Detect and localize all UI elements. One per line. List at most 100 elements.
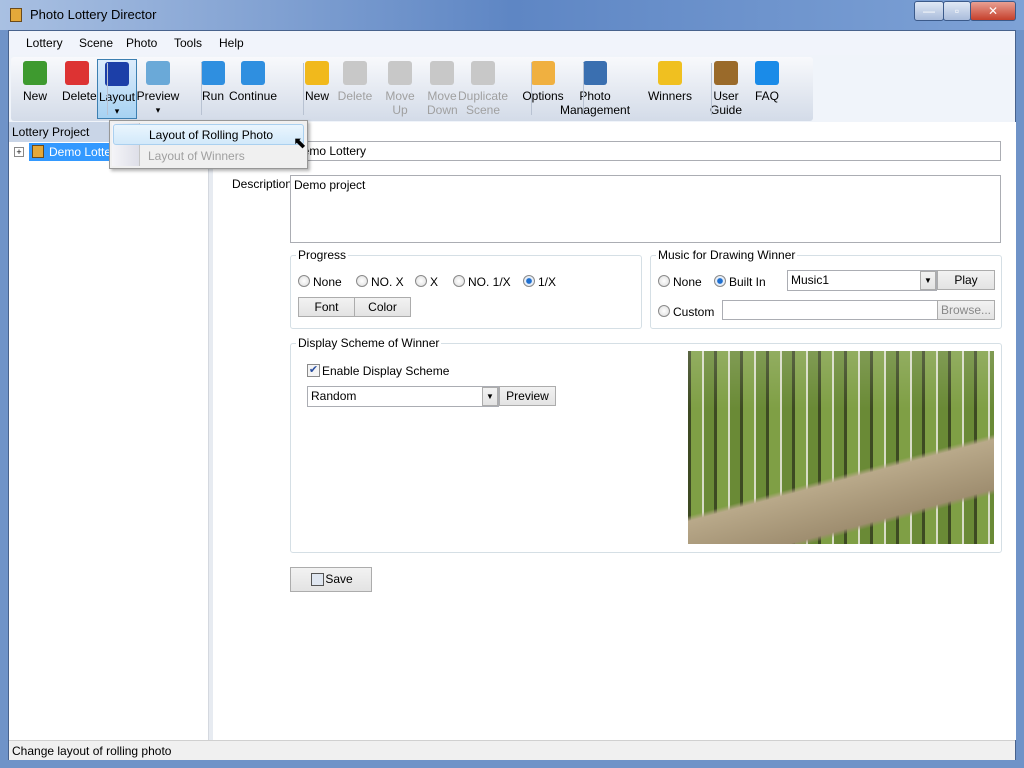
scheme-preview-image — [688, 351, 994, 544]
menu-bar: Lottery Scene Photo Tools Help — [9, 31, 1015, 55]
chevron-down-icon[interactable]: ▼ — [482, 387, 498, 406]
play-icon — [201, 61, 225, 85]
toolbar-label: Delete — [62, 89, 97, 103]
toolbar-run-button[interactable]: Run — [198, 59, 228, 119]
duplicate-icon — [471, 61, 495, 85]
maximize-button[interactable]: ▫ — [943, 1, 971, 21]
music-title: Music for Drawing Winner — [656, 248, 798, 262]
toolbar-delete-button[interactable]: Delete — [62, 59, 97, 119]
progress-group: Progress Font Color None NO. X X NO. 1/X 1/X — [290, 248, 642, 329]
toolbar-label: Preview — [136, 89, 180, 103]
play-button[interactable]: Play — [937, 270, 995, 290]
color-button[interactable]: Color — [354, 297, 411, 317]
progress-radio[interactable] — [356, 275, 368, 287]
toolbar-new-button[interactable]: New — [22, 59, 48, 119]
move-down-icon — [430, 61, 454, 85]
menu-help[interactable]: Help — [219, 36, 244, 50]
music-none-radio[interactable] — [658, 275, 670, 287]
progress-radio-label: NO. 1/X — [468, 275, 511, 289]
client-area: Lottery Scene Photo Tools Help New Delete Layo… — [8, 30, 1016, 760]
expand-icon[interactable]: + — [14, 147, 24, 157]
music-custom-radio[interactable] — [658, 305, 670, 317]
progress-radio-label: NO. X — [371, 275, 404, 289]
toolbar-winners-button[interactable]: Winners — [646, 59, 694, 119]
toolbar: New Delete Layout ▾ Preview ▾ Run Continue New De… — [11, 57, 813, 121]
progress-title: Progress — [296, 248, 349, 262]
progress-radio-label: 1/X — [538, 275, 557, 289]
description-input[interactable]: Demo project — [290, 175, 1001, 243]
continue-icon — [241, 61, 265, 85]
scheme-select[interactable]: Random ▼ — [307, 386, 499, 407]
delete-lottery-icon — [65, 61, 89, 85]
toolbar-separator — [107, 63, 108, 115]
toolbar-move-down-button[interactable]: Move Down — [427, 59, 458, 119]
medal-icon — [658, 61, 682, 85]
close-button[interactable]: ✕ — [970, 1, 1016, 21]
custom-music-path[interactable] — [722, 300, 938, 320]
toolbar-faq-button[interactable]: FAQ — [750, 59, 784, 119]
scheme-preview-button[interactable]: Preview — [499, 386, 556, 406]
layout-icon — [105, 62, 129, 86]
project-icon — [32, 145, 44, 158]
book-icon — [714, 61, 738, 85]
toolbar-label: Layout — [98, 90, 136, 104]
font-button[interactable]: Font — [298, 297, 355, 317]
toolbar-photo-management-button[interactable]: Photo Management — [560, 59, 630, 119]
app-icon — [10, 8, 22, 22]
description-label: Description — [232, 177, 293, 191]
menu-lottery[interactable]: Lottery — [26, 36, 63, 50]
menu-item-layout-of-rolling-photo[interactable]: Layout of Rolling Photo — [113, 124, 304, 145]
toolbar-duplicate-scene-button[interactable]: Duplicate Scene — [454, 59, 512, 119]
toolbar-label: Move Down — [427, 89, 458, 117]
toolbar-new-button[interactable]: New — [302, 59, 332, 119]
toolbar-label: FAQ — [754, 89, 779, 103]
menu-photo[interactable]: Photo — [126, 36, 157, 50]
toolbar-label: Continue — [228, 89, 278, 103]
progress-radio-label: None — [313, 275, 342, 289]
title-bar: Photo Lottery Director — ▫ ✕ — [0, 0, 1024, 30]
music-group: Music for Drawing Winner None Built In M… — [650, 248, 1002, 329]
menu-scene[interactable]: Scene — [79, 36, 113, 50]
music-select[interactable]: Music1 ▼ — [787, 270, 937, 291]
enable-scheme-checkbox[interactable]: ✔ — [307, 364, 320, 377]
music-select-value: Music1 — [791, 273, 830, 287]
minimize-button[interactable]: — — [914, 1, 944, 21]
menu-tools[interactable]: Tools — [174, 36, 202, 50]
progress-radio[interactable] — [453, 275, 465, 287]
chevron-down-icon[interactable]: ▼ — [920, 271, 936, 290]
people-icon — [583, 61, 607, 85]
progress-radio[interactable] — [298, 275, 310, 287]
save-label: Save — [325, 572, 353, 586]
toolbar-separator — [531, 63, 532, 115]
save-button[interactable]: Save — [290, 567, 372, 592]
name-input[interactable]: Demo Lottery — [290, 141, 1001, 161]
project-panel: Lottery Project + Demo Lottery — [9, 122, 209, 740]
toolbar-label: Delete — [337, 89, 373, 103]
toolbar-label: Move Up — [385, 89, 415, 117]
music-custom-label: Custom — [673, 305, 715, 319]
music-none-label: None — [673, 275, 702, 289]
wrench-icon — [531, 61, 555, 85]
toolbar-continue-button[interactable]: Continue — [228, 59, 278, 119]
toolbar-preview-button[interactable]: Preview ▾ — [136, 59, 180, 119]
toolbar-separator — [711, 63, 712, 115]
browse-button[interactable]: Browse... — [937, 300, 995, 320]
chevron-down-icon: ▾ — [114, 106, 120, 116]
toolbar-delete-button[interactable]: Delete — [337, 59, 373, 119]
menu-item-layout-of-winners[interactable]: Layout of Winners — [148, 149, 245, 163]
floppy-icon — [311, 573, 324, 586]
layout-dropdown-menu: Layout of Rolling Photo Layout of Winner… — [109, 120, 308, 169]
mouse-cursor-icon: ⬉ — [293, 135, 307, 152]
tree-item-demo-lottery[interactable]: Demo Lottery — [29, 143, 119, 161]
toolbar-label: Photo Management — [560, 89, 631, 117]
progress-radio[interactable] — [415, 275, 427, 287]
magnifier-icon — [146, 61, 170, 85]
display-scheme-title: Display Scheme of Winner — [296, 336, 442, 350]
toolbar-label: New — [304, 89, 329, 103]
progress-radio[interactable] — [523, 275, 535, 287]
toolbar-layout-button[interactable]: Layout ▾ — [97, 59, 137, 119]
toolbar-move-up-button[interactable]: Move Up — [385, 59, 415, 119]
chevron-down-icon: ▾ — [155, 105, 161, 115]
music-builtin-radio[interactable] — [714, 275, 726, 287]
toolbar-user-guide-button[interactable]: User Guide — [709, 59, 743, 119]
